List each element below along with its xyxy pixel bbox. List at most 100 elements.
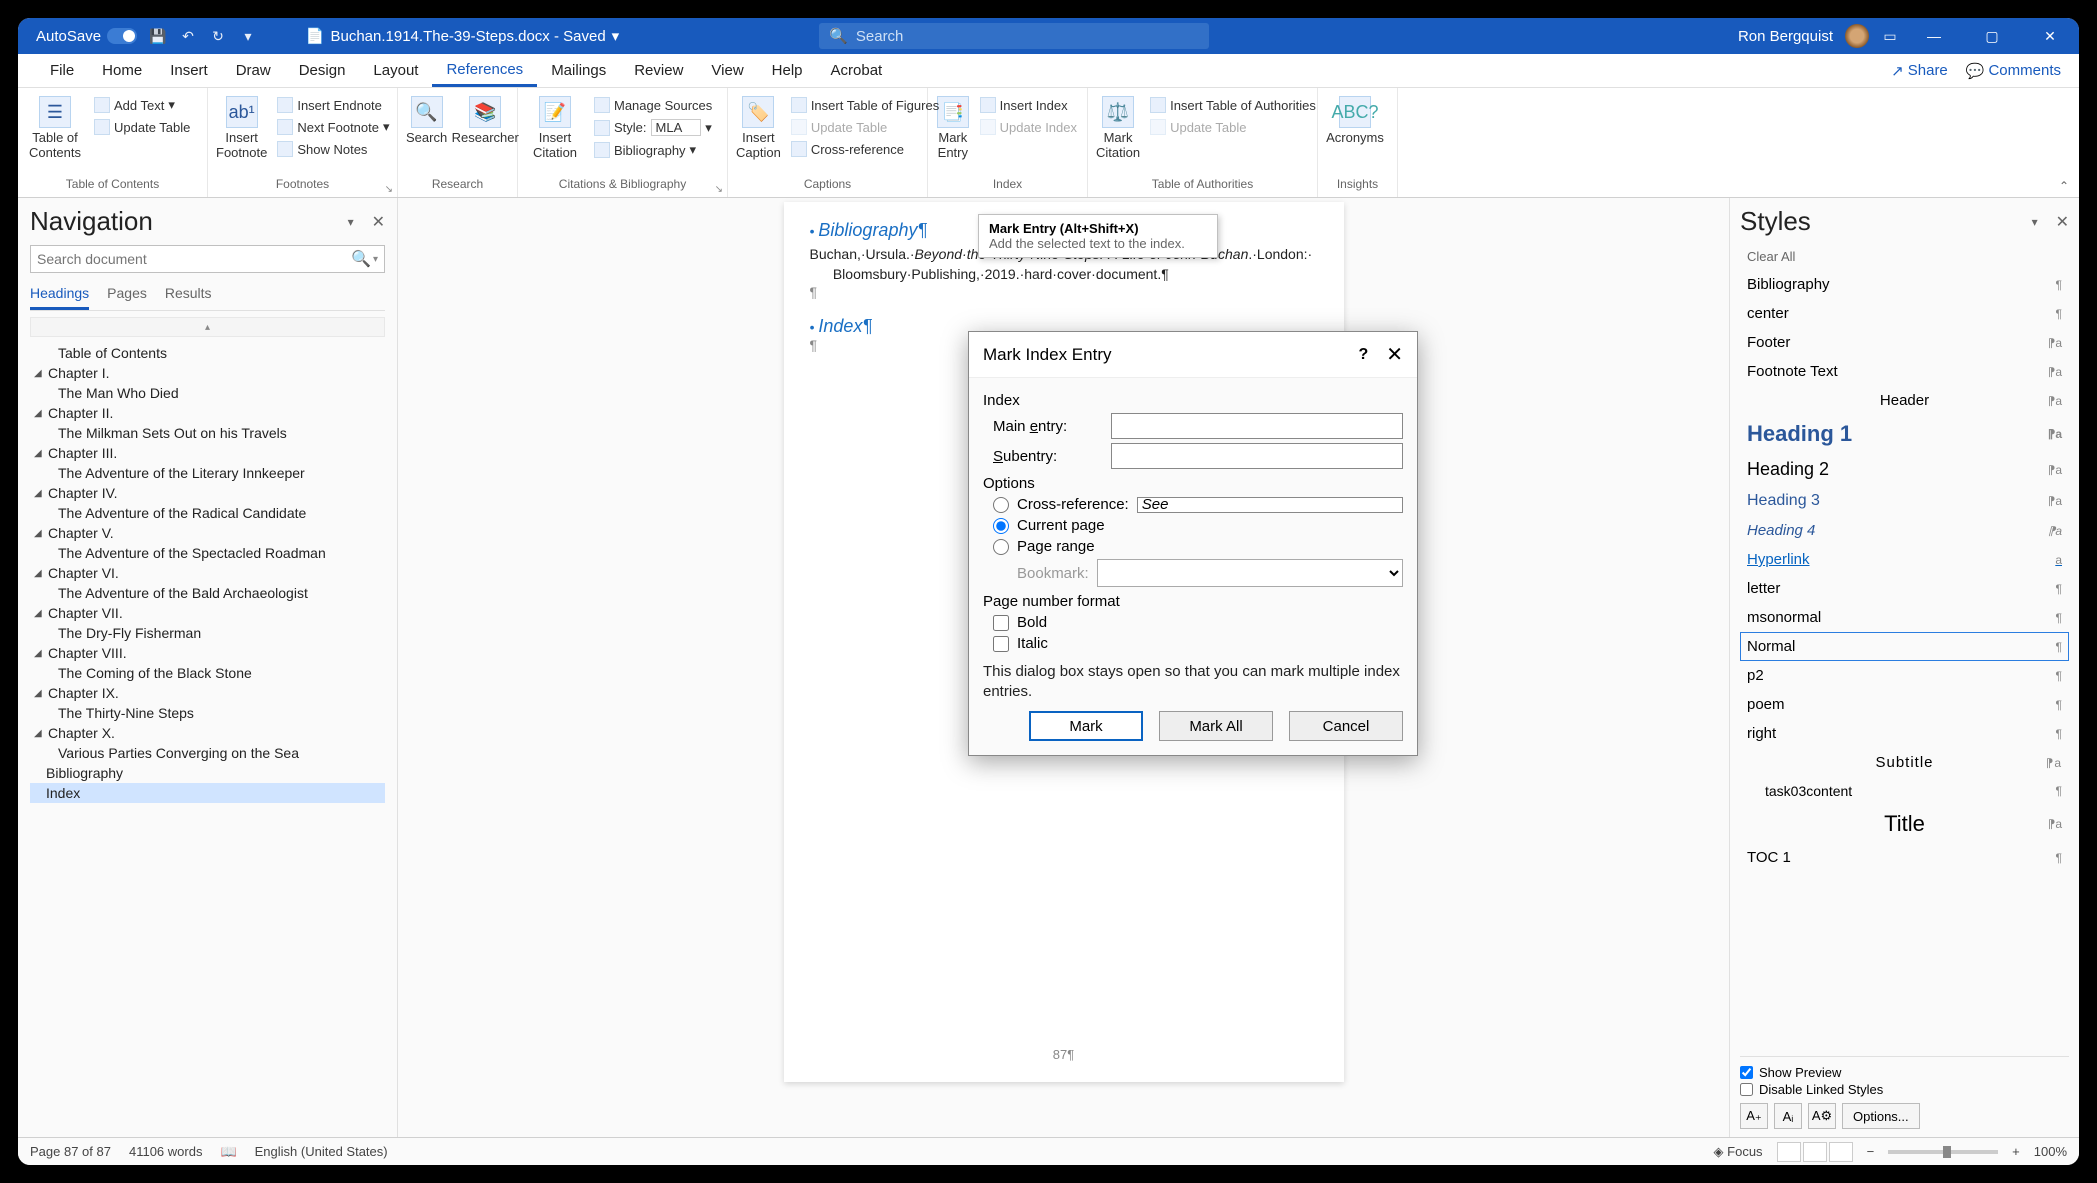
style-item-heading-3[interactable]: Heading 3⁋a <box>1740 486 2069 516</box>
autosave-toggle[interactable]: AutoSave <box>36 28 137 45</box>
status-words[interactable]: 41106 words <box>129 1144 202 1159</box>
nav-subheading-item[interactable]: The Coming of the Black Stone <box>30 663 385 683</box>
show-notes-button[interactable]: Show Notes <box>275 140 391 158</box>
collapse-ribbon-icon[interactable]: ⌃ <box>2059 179 2069 193</box>
nav-subheading-item[interactable]: The Milkman Sets Out on his Travels <box>30 423 385 443</box>
style-item-center[interactable]: center¶ <box>1740 299 2069 328</box>
insert-citation-button[interactable]: 📝Insert Citation <box>526 92 584 160</box>
tab-insert[interactable]: Insert <box>156 54 222 87</box>
close-button[interactable]: ✕ <box>2027 18 2073 54</box>
maximize-button[interactable]: ▢ <box>1969 18 2015 54</box>
tab-review[interactable]: Review <box>620 54 697 87</box>
manage-sources-button[interactable]: Manage Sources <box>592 96 714 114</box>
status-page[interactable]: Page 87 of 87 <box>30 1144 111 1159</box>
minimize-button[interactable]: — <box>1911 18 1957 54</box>
ribbon-display-icon[interactable]: ▭ <box>1881 27 1899 45</box>
tab-view[interactable]: View <box>697 54 757 87</box>
share-button[interactable]: ↗ Share <box>1891 62 1948 80</box>
style-item-task03content[interactable]: task03content¶ <box>1740 777 2069 805</box>
focus-mode-button[interactable]: ◈ Focus <box>1714 1144 1763 1160</box>
style-item-heading-4[interactable]: Heading 4⁋a <box>1740 516 2069 545</box>
style-item-letter[interactable]: letter¶ <box>1740 574 2069 603</box>
researcher-button[interactable]: 📚Researcher <box>455 92 515 145</box>
dialog-close-icon[interactable]: ✕ <box>1386 342 1403 367</box>
bookmark-select[interactable] <box>1097 559 1403 587</box>
style-item-toc-1[interactable]: TOC 1¶ <box>1740 843 2069 872</box>
style-item-header[interactable]: Header⁋a <box>1740 386 2069 415</box>
status-language[interactable]: English (United States) <box>255 1144 388 1159</box>
dialog-help-icon[interactable]: ? <box>1358 346 1368 364</box>
redo-icon[interactable]: ↻ <box>209 27 227 45</box>
citations-launcher-icon[interactable]: ↘ <box>715 184 723 195</box>
nav-heading-item[interactable]: ◢ Chapter VI. <box>30 563 385 583</box>
subentry-input[interactable] <box>1111 443 1403 469</box>
nav-tab-headings[interactable]: Headings <box>30 281 89 310</box>
insert-endnote-button[interactable]: Insert Endnote <box>275 96 391 114</box>
style-item-normal[interactable]: Normal¶ <box>1740 632 2069 661</box>
insert-table-of-authorities-button[interactable]: Insert Table of Authorities <box>1148 96 1318 114</box>
navigation-toolbar[interactable]: ▴ <box>30 317 385 337</box>
footnotes-launcher-icon[interactable]: ↘ <box>385 184 393 195</box>
user-name[interactable]: Ron Bergquist <box>1738 28 1833 45</box>
next-footnote-button[interactable]: Next Footnote ▾ <box>275 118 391 136</box>
nav-heading-item[interactable]: ◢ Chapter I. <box>30 363 385 383</box>
nav-item-bibliography[interactable]: Bibliography <box>30 763 385 783</box>
nav-subheading-item[interactable]: The Thirty-Nine Steps <box>30 703 385 723</box>
nav-heading-item[interactable]: ◢ Chapter VII. <box>30 603 385 623</box>
cross-reference-radio[interactable]: Cross-reference: <box>993 496 1403 513</box>
tab-help[interactable]: Help <box>758 54 817 87</box>
search-icon[interactable]: 🔍 <box>351 249 371 269</box>
tab-acrobat[interactable]: Acrobat <box>817 54 897 87</box>
manage-styles-button[interactable]: A⚙ <box>1808 1103 1836 1129</box>
mark-all-button[interactable]: Mark All <box>1159 711 1273 741</box>
style-item-heading-1[interactable]: Heading 1⁋a <box>1740 415 2069 453</box>
nav-heading-item[interactable]: ◢ Chapter V. <box>30 523 385 543</box>
insert-footnote-button[interactable]: ab¹Insert Footnote <box>216 92 267 160</box>
tab-home[interactable]: Home <box>88 54 156 87</box>
nav-subheading-item[interactable]: The Man Who Died <box>30 383 385 403</box>
tab-design[interactable]: Design <box>285 54 360 87</box>
style-item-subtitle[interactable]: Subtitle⁋a <box>1740 748 2069 777</box>
save-icon[interactable]: 💾 <box>149 27 167 45</box>
style-item-hyperlink[interactable]: Hyperlinka <box>1740 545 2069 574</box>
styles-options-button[interactable]: Options... <box>1842 1103 1920 1129</box>
mark-button[interactable]: Mark <box>1029 711 1143 741</box>
new-style-button[interactable]: A₊ <box>1740 1103 1768 1129</box>
undo-icon[interactable]: ↶ <box>179 27 197 45</box>
show-preview-checkbox[interactable]: Show Preview <box>1740 1065 2069 1080</box>
style-item-title[interactable]: Title⁋a <box>1740 805 2069 843</box>
cross-reference-button[interactable]: Cross-reference <box>789 140 941 158</box>
style-inspector-button[interactable]: Aᵢ <box>1774 1103 1802 1129</box>
zoom-in-button[interactable]: + <box>2012 1144 2020 1159</box>
nav-subheading-item[interactable]: The Adventure of the Radical Candidate <box>30 503 385 523</box>
cross-reference-input[interactable] <box>1137 497 1403 513</box>
nav-heading-item[interactable]: ◢ Chapter X. <box>30 723 385 743</box>
nav-heading-item[interactable]: ◢ Chapter III. <box>30 443 385 463</box>
nav-item-toc[interactable]: Table of Contents <box>30 343 385 363</box>
nav-heading-item[interactable]: ◢ Chapter IX. <box>30 683 385 703</box>
tab-layout[interactable]: Layout <box>359 54 432 87</box>
read-mode-button[interactable] <box>1777 1142 1801 1162</box>
zoom-level[interactable]: 100% <box>2034 1144 2067 1159</box>
nav-tab-pages[interactable]: Pages <box>107 281 147 310</box>
insert-caption-button[interactable]: 🏷️Insert Caption <box>736 92 781 160</box>
citation-style-dropdown[interactable]: Style: MLA ▾ <box>592 118 714 137</box>
chevron-down-icon[interactable]: ▾ <box>612 27 620 45</box>
nav-heading-item[interactable]: ◢ Chapter IV. <box>30 483 385 503</box>
insert-table-of-figures-button[interactable]: Insert Table of Figures <box>789 96 941 114</box>
update-toc-button[interactable]: Update Table <box>92 118 192 136</box>
nav-subheading-item[interactable]: The Adventure of the Bald Archaeologist <box>30 583 385 603</box>
add-text-button[interactable]: Add Text ▾ <box>92 96 192 114</box>
style-clear-all[interactable]: Clear All <box>1740 243 2069 270</box>
acronyms-button[interactable]: ABC?Acronyms <box>1326 92 1384 145</box>
cancel-button[interactable]: Cancel <box>1289 711 1403 741</box>
toggle-pill[interactable] <box>107 28 137 44</box>
avatar[interactable] <box>1845 24 1869 48</box>
print-layout-button[interactable] <box>1803 1142 1827 1162</box>
style-item-p2[interactable]: p2¶ <box>1740 661 2069 690</box>
style-item-msonormal[interactable]: msonormal¶ <box>1740 603 2069 632</box>
style-item-heading-2[interactable]: Heading 2⁋a <box>1740 453 2069 486</box>
current-page-radio[interactable]: Current page <box>993 517 1403 534</box>
mark-citation-button[interactable]: ⚖️Mark Citation <box>1096 92 1140 160</box>
zoom-out-button[interactable]: − <box>1867 1144 1875 1159</box>
